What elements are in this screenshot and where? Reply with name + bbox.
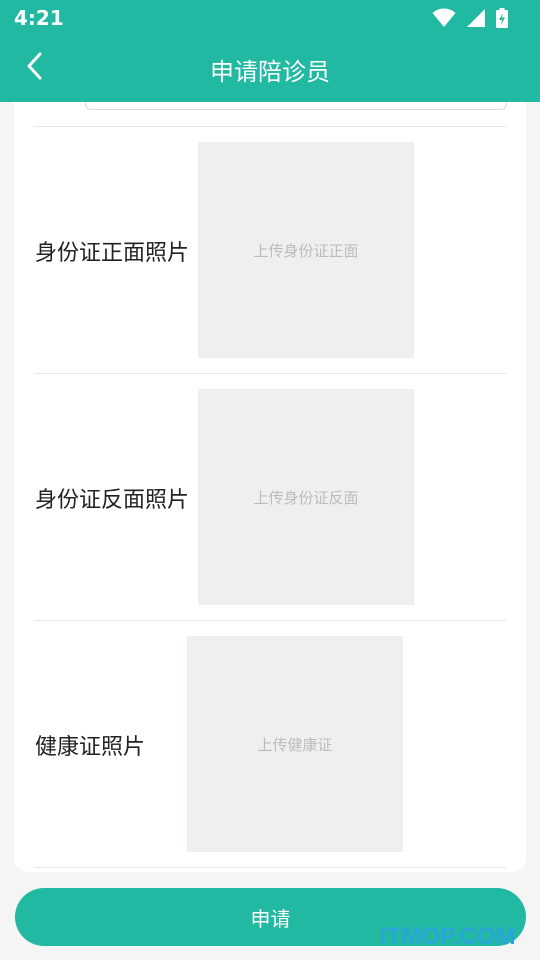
divider xyxy=(34,867,506,868)
divider xyxy=(34,373,506,374)
signal-icon xyxy=(466,8,486,28)
app-bar: 申请陪诊员 xyxy=(0,36,540,102)
id-front-label: 身份证正面照片 xyxy=(35,241,190,266)
id-front-upload[interactable]: 上传身份证正面 xyxy=(198,142,414,358)
health-cert-upload[interactable]: 上传健康证 xyxy=(187,636,403,852)
id-back-label: 身份证反面照片 xyxy=(35,488,190,513)
id-front-upload-text: 上传身份证正面 xyxy=(253,241,359,260)
battery-charging-icon xyxy=(496,8,508,28)
page-title: 申请陪诊员 xyxy=(210,58,330,86)
previous-input-field[interactable] xyxy=(85,102,507,110)
health-cert-upload-text: 上传健康证 xyxy=(257,735,333,754)
id-back-upload-text: 上传身份证反面 xyxy=(253,488,359,507)
health-cert-label: 健康证照片 xyxy=(35,735,146,760)
status-time: 4:21 xyxy=(14,6,64,30)
divider xyxy=(34,126,506,127)
id-back-upload[interactable]: 上传身份证反面 xyxy=(198,389,414,605)
wifi-icon xyxy=(432,8,456,28)
status-icons xyxy=(432,8,508,28)
watermark: ITMOP.COM xyxy=(380,923,516,950)
header: 4:21 申请陪诊员 xyxy=(0,0,540,102)
form-card: 身份证正面照片 上传身份证正面 身份证反面照片 上传身份证反面 健康证照片 上传… xyxy=(14,102,526,872)
status-bar: 4:21 xyxy=(0,0,540,36)
divider xyxy=(34,620,506,621)
screen: 4:21 申请陪诊员 身份证正面照片 上传身份证正面 身份证反面照片 上传身份证… xyxy=(0,0,540,960)
